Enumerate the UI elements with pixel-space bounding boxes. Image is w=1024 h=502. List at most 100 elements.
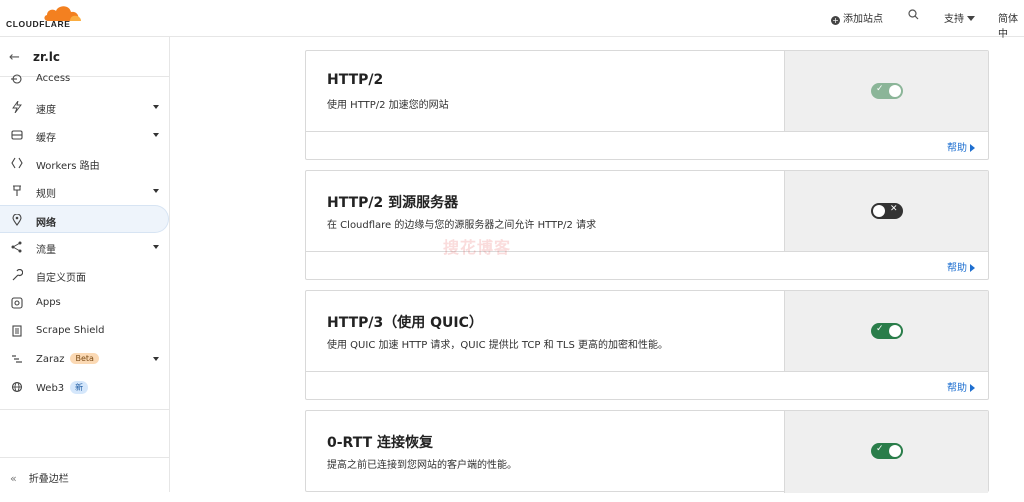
sidebar-item-label: 规则 bbox=[36, 189, 56, 200]
collapse-divider bbox=[0, 457, 169, 458]
card-main: HTTP/2 使用 HTTP/2 加速您的网站 bbox=[306, 51, 784, 132]
card-title: HTTP/2 bbox=[327, 72, 384, 88]
search-button[interactable] bbox=[908, 9, 919, 23]
sidebar-item-apps[interactable]: Apps bbox=[0, 289, 169, 317]
sidebar-item-label: 速度 bbox=[36, 105, 56, 116]
toggle-knob bbox=[889, 85, 901, 97]
chevron-down-icon bbox=[153, 105, 159, 109]
collapse-sidebar-button[interactable]: « 折叠边栏 bbox=[10, 470, 69, 485]
web3-icon bbox=[11, 381, 23, 393]
double-chevron-left-icon: « bbox=[10, 472, 17, 485]
cloudflare-logo[interactable]: CLOUDFLARE bbox=[6, 3, 81, 33]
sidebar-item-label: Zaraz Beta bbox=[36, 353, 99, 365]
sidebar-item-label: 流量 bbox=[36, 245, 56, 256]
sidebar-item-workers-routes[interactable]: Workers 路由 bbox=[0, 149, 169, 177]
toggle-knob bbox=[889, 445, 901, 457]
help-link[interactable]: 帮助 bbox=[947, 259, 975, 274]
workers-icon bbox=[11, 157, 23, 169]
card-control: ✕ bbox=[784, 171, 988, 252]
check-icon: ✓ bbox=[876, 444, 884, 454]
sidebar-item-scrape-shield[interactable]: Scrape Shield bbox=[0, 317, 169, 345]
card-main: 0-RTT 连接恢复 提高之前已连接到您网站的客户端的性能。 bbox=[306, 411, 784, 493]
lightning-icon bbox=[12, 101, 22, 113]
sidebar-item-label: Workers 路由 bbox=[36, 161, 100, 172]
close-icon: ✕ bbox=[890, 204, 898, 214]
card-title: HTTP/3（使用 QUIC） bbox=[327, 315, 483, 331]
card-control: ✓ bbox=[784, 411, 988, 493]
collapse-sidebar-label: 折叠边栏 bbox=[28, 474, 69, 485]
traffic-icon bbox=[11, 241, 22, 253]
card-main: HTTP/2 到源服务器 在 Cloudflare 的边缘与您的源服务器之间允许… bbox=[306, 171, 784, 252]
domain-name: zr.lc bbox=[33, 50, 60, 64]
access-icon bbox=[11, 74, 22, 84]
0rtt-toggle[interactable]: ✓ bbox=[871, 443, 903, 459]
add-site-button[interactable]: + 添加站点 bbox=[831, 10, 883, 25]
card-footer: 帮助 bbox=[306, 132, 988, 159]
toggle-knob bbox=[873, 205, 885, 217]
language-label: 简体中 bbox=[998, 14, 1018, 40]
sidebar-item-access[interactable]: Access bbox=[0, 65, 169, 93]
sidebar-nav: Access 速度 缓存 Workers 路由 规则 网络 流量 自定义页面 A… bbox=[0, 73, 169, 409]
setting-card-http2: HTTP/2 使用 HTTP/2 加速您的网站 ✓ 帮助 bbox=[305, 50, 989, 160]
chevron-down-icon bbox=[967, 16, 975, 21]
sidebar-item-label: Access bbox=[36, 73, 71, 84]
sidebar-item-label: Scrape Shield bbox=[36, 325, 105, 336]
card-control: ✓ bbox=[784, 291, 988, 372]
sidebar-item-label: Apps bbox=[36, 297, 61, 308]
card-description: 使用 QUIC 加速 HTTP 请求，QUIC 提供比 TCP 和 TLS 更高… bbox=[327, 340, 669, 351]
network-icon bbox=[12, 214, 22, 226]
card-description: 在 Cloudflare 的边缘与您的源服务器之间允许 HTTP/2 请求 bbox=[327, 220, 597, 231]
caret-right-icon bbox=[970, 384, 975, 392]
card-control: ✓ bbox=[784, 51, 988, 132]
language-menu[interactable]: 简体中 bbox=[998, 10, 1024, 40]
chevron-down-icon bbox=[153, 189, 159, 193]
sidebar-item-cache[interactable]: 缓存 bbox=[0, 121, 169, 149]
caret-right-icon bbox=[970, 264, 975, 272]
add-site-label: 添加站点 bbox=[843, 14, 883, 25]
help-link[interactable]: 帮助 bbox=[947, 139, 975, 154]
rules-icon bbox=[13, 185, 21, 196]
chevron-down-icon bbox=[153, 245, 159, 249]
watermark: 搜花博客 bbox=[443, 238, 512, 257]
help-label: 帮助 bbox=[947, 263, 967, 274]
sidebar-item-web3[interactable]: Web3 新 bbox=[0, 373, 169, 401]
sidebar-item-network[interactable]: 网络 bbox=[0, 205, 169, 233]
chevron-down-icon bbox=[153, 133, 159, 137]
apps-icon bbox=[11, 297, 23, 309]
zaraz-icon bbox=[12, 355, 22, 363]
sidebar-item-rules[interactable]: 规则 bbox=[0, 177, 169, 205]
setting-card-http3: HTTP/3（使用 QUIC） 使用 QUIC 加速 HTTP 请求，QUIC … bbox=[305, 290, 989, 400]
support-menu[interactable]: 支持 bbox=[944, 10, 975, 25]
back-arrow-icon[interactable]: ← bbox=[9, 50, 20, 65]
logo-wordmark: CLOUDFLARE bbox=[6, 19, 71, 29]
http3-toggle[interactable]: ✓ bbox=[871, 323, 903, 339]
top-bar: CLOUDFLARE + 添加站点 支持 简体中 bbox=[0, 0, 1024, 40]
help-link[interactable]: 帮助 bbox=[947, 379, 975, 394]
search-icon bbox=[908, 9, 919, 20]
support-label: 支持 bbox=[944, 14, 964, 25]
card-title: 0-RTT 连接恢复 bbox=[327, 435, 433, 451]
card-description: 使用 HTTP/2 加速您的网站 bbox=[327, 100, 449, 111]
check-icon: ✓ bbox=[876, 324, 884, 334]
document-icon bbox=[12, 325, 22, 337]
help-label: 帮助 bbox=[947, 143, 967, 154]
settings-list: HTTP/2 使用 HTTP/2 加速您的网站 ✓ 帮助 HTTP/2 到源服务… bbox=[305, 50, 989, 502]
new-badge: 新 bbox=[70, 381, 89, 394]
http2-origin-toggle[interactable]: ✕ bbox=[871, 203, 903, 219]
sidebar-item-speed[interactable]: 速度 bbox=[0, 93, 169, 121]
sidebar-item-zaraz[interactable]: Zaraz Beta bbox=[0, 345, 169, 373]
setting-card-http2-to-origin: HTTP/2 到源服务器 在 Cloudflare 的边缘与您的源服务器之间允许… bbox=[305, 170, 989, 280]
setting-card-0rtt: 0-RTT 连接恢复 提高之前已连接到您网站的客户端的性能。 ✓ bbox=[305, 410, 989, 493]
card-main: HTTP/3（使用 QUIC） 使用 QUIC 加速 HTTP 请求，QUIC … bbox=[306, 291, 784, 372]
web3-label: Web3 bbox=[36, 383, 65, 394]
cache-icon bbox=[11, 130, 23, 140]
card-footer: 帮助 bbox=[306, 252, 988, 279]
plus-circle-icon: + bbox=[831, 16, 840, 25]
sidebar-item-label: 网络 bbox=[36, 218, 56, 229]
sidebar-divider bbox=[0, 409, 169, 410]
sidebar-item-label: 缓存 bbox=[36, 133, 56, 144]
sidebar-item-custom-pages[interactable]: 自定义页面 bbox=[0, 261, 169, 289]
http2-toggle[interactable]: ✓ bbox=[871, 83, 903, 99]
beta-badge: Beta bbox=[70, 353, 99, 364]
sidebar-item-traffic[interactable]: 流量 bbox=[0, 233, 169, 261]
